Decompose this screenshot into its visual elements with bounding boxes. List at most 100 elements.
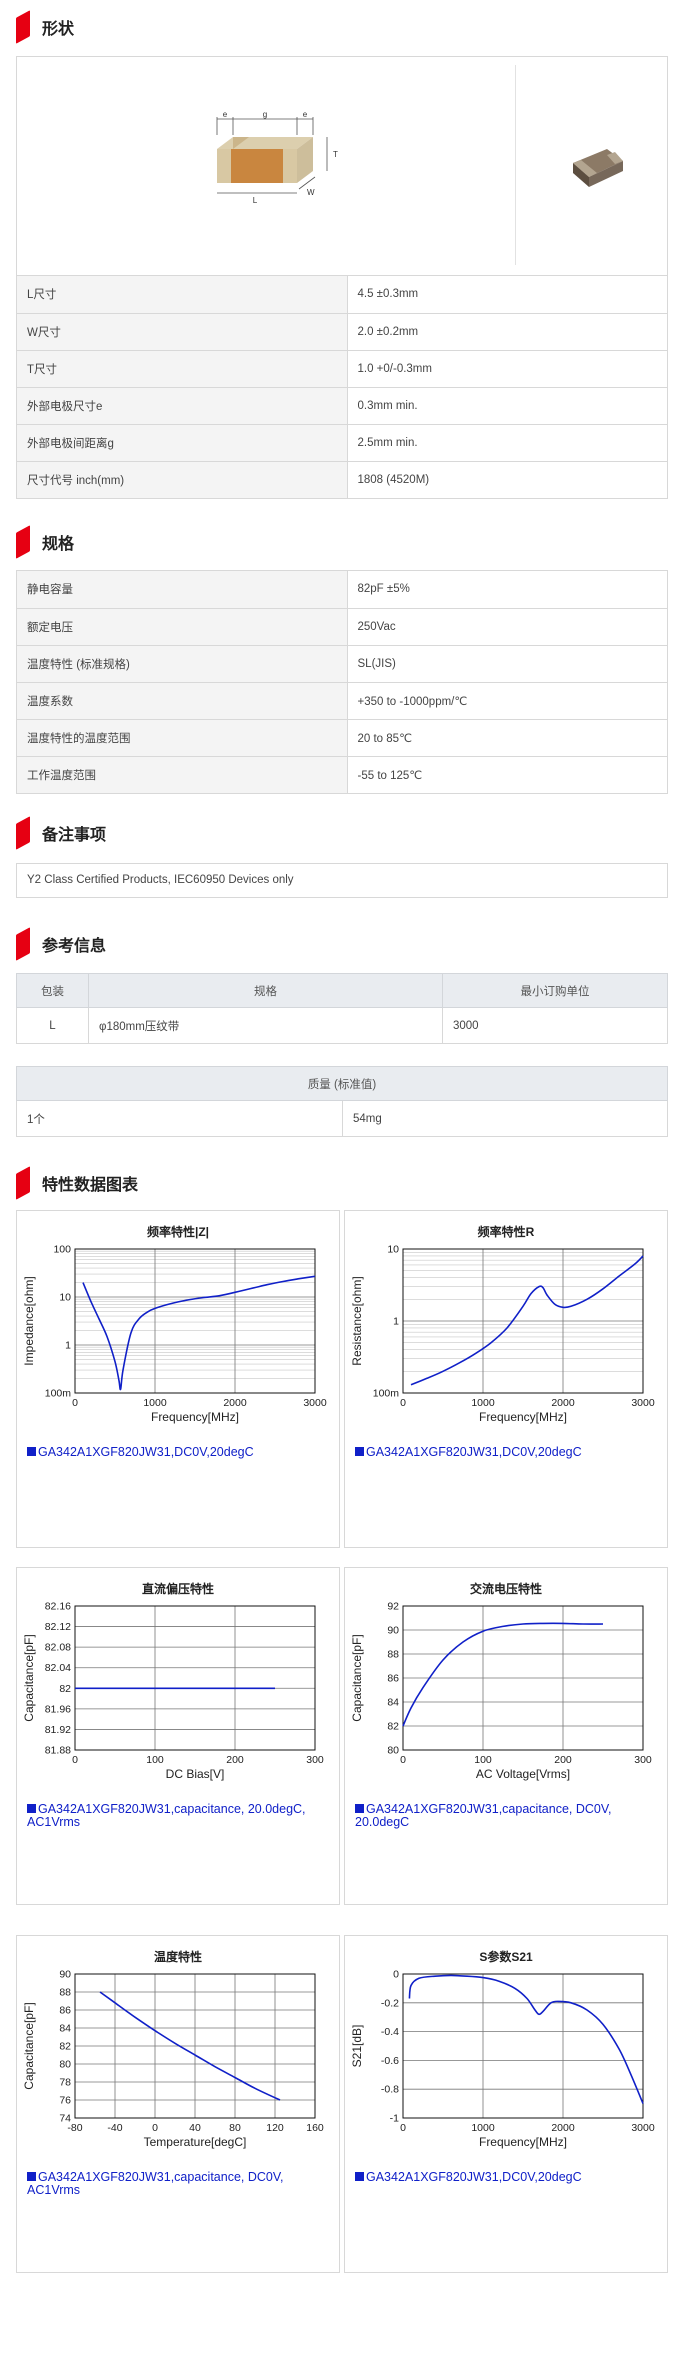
table-header-row: 质量 (标准值): [16, 1066, 668, 1101]
chart-legend: GA342A1XGF820JW31,capacitance, DC0V, AC1…: [27, 2170, 284, 2197]
chart-legend: GA342A1XGF820JW31,capacitance, 20.0degC,…: [27, 1802, 306, 1829]
y-tick-label: 82.16: [45, 1601, 71, 1613]
chart-legend: GA342A1XGF820JW31,DC0V,20degC: [27, 1446, 332, 1459]
chart-card-dc-bias: 直流偏压特性 81.88 81.92 81.96 82 82.04 82.08 82.12 8…: [16, 1567, 340, 1905]
y-tick-label: 76: [59, 2095, 71, 2107]
packaging-table: 包装 规格 最小订购单位 L φ180mm压纹带 3000: [16, 973, 668, 1044]
x-tick-label: 0: [152, 2122, 158, 2134]
y-tick-label: 82.08: [45, 1642, 71, 1654]
y-tick-label: 81.96: [45, 1703, 71, 1715]
y-tick-label: 81.88: [45, 1745, 71, 1757]
x-tick-label: 200: [226, 1754, 244, 1766]
table-row: 工作温度范围 -55 to 125℃: [17, 755, 667, 793]
component-photo: [573, 149, 623, 187]
x-tick-label: -40: [107, 2122, 122, 2134]
x-tick-label: 300: [634, 1754, 652, 1766]
dim-label-t: T: [333, 150, 338, 159]
y-tick-label: 100m: [373, 1388, 400, 1400]
y-tick-label: 82.12: [45, 1621, 71, 1633]
plot-area: [75, 1249, 315, 1393]
x-tick-label: 3000: [631, 1397, 655, 1409]
legend-swatch: [27, 1804, 36, 1813]
section-header-charts: 特性数据图表: [16, 1166, 138, 1200]
x-tick-label: 0: [400, 1397, 406, 1409]
y-tick-label: 10: [387, 1244, 399, 1256]
x-axis-label: AC Voltage[Vrms]: [476, 1767, 570, 1781]
resistance-chart: 100m 1 10 0 1000 2000 3000 Frequency[MHz] Resist…: [350, 1244, 655, 1425]
y-tick-label: 86: [59, 2005, 71, 2017]
table-row: 温度特性的温度范围 20 to 85℃: [17, 718, 667, 756]
dim-label-g: g: [263, 110, 267, 119]
x-tick-label: 0: [400, 1754, 406, 1766]
y-tick-label: 1: [65, 1340, 71, 1352]
plot-area: [75, 1606, 315, 1750]
table-row: 温度系数 +350 to -1000ppm/℃: [17, 681, 667, 719]
section-marker: [16, 927, 30, 961]
notes-text: Y2 Class Certified Products, IEC60950 De…: [16, 863, 668, 898]
x-axis-label: Frequency[MHz]: [479, 1410, 567, 1424]
x-tick-label: 100: [474, 1754, 492, 1766]
x-tick-label: 100: [146, 1754, 164, 1766]
section-title: 备注事项: [42, 827, 107, 844]
dimension-diagram: e g e T L W: [216, 110, 338, 205]
y-tick-label: 0: [393, 1969, 399, 1981]
x-tick-label: 160: [306, 2122, 324, 2134]
section-marker: [16, 525, 30, 559]
temperature-chart: 747678808284868890-80 -40 0 40 80 120 160Tempe…: [22, 1969, 324, 2150]
legend-swatch: [355, 1804, 364, 1813]
dc-bias-chart: 81.88 81.92 81.96 82 82.04 82.08 82.12 82.16 0 10…: [22, 1601, 324, 1782]
table-row: 1个 54mg: [16, 1100, 668, 1137]
y-axis-label: Capacitance[pF]: [350, 1634, 364, 1721]
chart-legend: GA342A1XGF820JW31,DC0V,20degC: [355, 1446, 660, 1459]
section-header-spec: 规格: [16, 525, 75, 559]
table-row: L尺寸 4.5 ±0.3mm: [17, 276, 667, 313]
y-tick-label: 90: [59, 1969, 71, 1981]
chart-card-ac-voltage: 交流电压特性 80 82 84 86 88 90 92 0 100 200 300 AC Voltag…: [344, 1567, 668, 1905]
y-tick-label: 82: [387, 1721, 399, 1733]
table-row: 尺寸代号 inch(mm) 1808 (4520M): [17, 460, 667, 498]
table-row: T尺寸 1.0 +0/-0.3mm: [17, 349, 667, 387]
ac-voltage-chart: 80 82 84 86 88 90 92 0 100 200 300 AC Voltage[Vrms]…: [350, 1601, 652, 1782]
y-axis-label: Capacitance[pF]: [22, 2002, 36, 2089]
table-row: 静电容量 82pF ±5%: [17, 571, 667, 608]
x-tick-label: 300: [306, 1754, 324, 1766]
spec-table: 静电容量 82pF ±5% 额定电压 250Vac 温度特性 (标准规格) SL(JI…: [17, 571, 667, 793]
legend-swatch: [355, 2172, 364, 2181]
spec-box: 静电容量 82pF ±5% 额定电压 250Vac 温度特性 (标准规格) SL(JI…: [16, 570, 668, 794]
y-tick-label: -0.8: [381, 2084, 399, 2096]
figure-divider: [515, 65, 516, 265]
y-tick-label: 78: [59, 2077, 71, 2089]
x-tick-label: -80: [67, 2122, 82, 2134]
x-axis-label: DC Bias[V]: [166, 1767, 225, 1781]
table-header-row: 包装 规格 最小订购单位: [16, 973, 668, 1008]
x-tick-label: 200: [554, 1754, 572, 1766]
y-tick-label: 100m: [45, 1388, 72, 1400]
x-tick-label: 1000: [471, 1397, 495, 1409]
x-axis-label: Frequency[MHz]: [479, 2135, 567, 2149]
section-title: 规格: [42, 536, 75, 553]
x-tick-label: 1000: [143, 1397, 167, 1409]
y-tick-label: 80: [59, 2059, 71, 2071]
y-axis-label: Impedance[ohm]: [22, 1276, 36, 1365]
chart-card-s21: S参数S21 -1 -0.8 -0.6 -0.4 -0.2 0 0 1000 2000 3000 F…: [344, 1935, 668, 2273]
chart-card-impedance: 频率特性|Z| 100m 1 10 100 0 1000 2000 3000 Frequency…: [16, 1210, 340, 1548]
y-tick-label: 1: [393, 1316, 399, 1328]
plot-area: [403, 1974, 643, 2118]
y-axis-label: Resistance[ohm]: [350, 1276, 364, 1365]
y-tick-label: 88: [387, 1649, 399, 1661]
table-row: 温度特性 (标准规格) SL(JIS): [17, 644, 667, 682]
y-tick-label: 90: [387, 1625, 399, 1637]
x-tick-label: 120: [266, 2122, 284, 2134]
table-row: 外部电极尺寸e 0.3mm min.: [17, 386, 667, 424]
dim-label-e: e: [223, 110, 228, 119]
y-axis-label: Capacitance[pF]: [22, 1634, 36, 1721]
shape-figures: e g e T L W: [17, 57, 667, 276]
y-tick-label: 82.04: [45, 1662, 71, 1674]
section-marker: [16, 1166, 30, 1200]
section-marker: [16, 816, 30, 850]
mass-table: 质量 (标准值) 1个 54mg: [16, 1066, 668, 1137]
x-tick-label: 2000: [551, 1397, 575, 1409]
table-row: 外部电极间距离g 2.5mm min.: [17, 423, 667, 461]
y-tick-label: 100: [53, 1244, 71, 1256]
y-tick-label: -0.4: [381, 2026, 399, 2038]
